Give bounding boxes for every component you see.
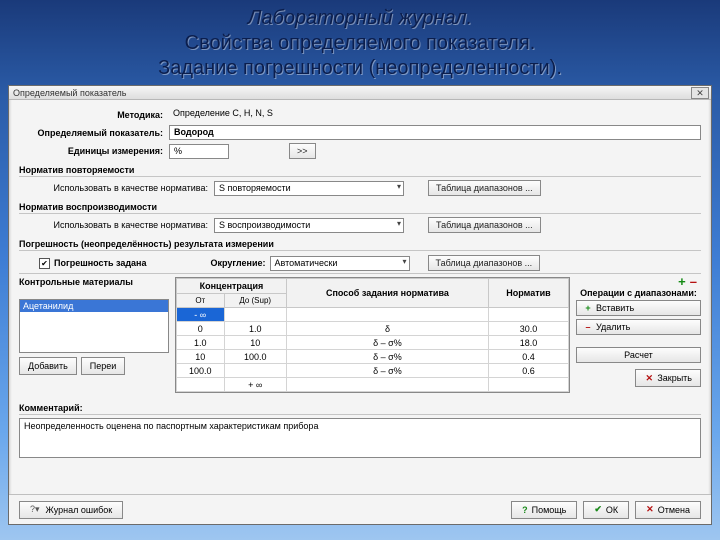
units-input[interactable]: %: [169, 144, 229, 159]
col-to: До (Sup): [224, 294, 286, 308]
repeat-norm-combo[interactable]: S повторяемости: [214, 181, 404, 196]
grid-row[interactable]: + ∞: [177, 378, 569, 392]
caret-icon: ?▾: [30, 504, 40, 515]
insert-range-button[interactable]: +Вставить: [576, 300, 701, 316]
grid-row[interactable]: 1.010δ – σ%18.0: [177, 336, 569, 350]
indicator-label: Определяемый показатель:: [19, 128, 169, 138]
close-popup-button[interactable]: ✕Закрыть: [635, 369, 701, 387]
minus-icon: –: [583, 322, 593, 332]
method-value: Определение C, H, N, S: [169, 107, 277, 122]
window-footer: ?▾Журнал ошибок ?Помощь ✔ОК ✕Отмена: [9, 494, 711, 524]
close-icon: ✕: [644, 373, 654, 384]
rounding-label: Округление:: [211, 258, 270, 268]
plus-icon: +: [583, 303, 593, 313]
error-log-button[interactable]: ?▾Журнал ошибок: [19, 501, 123, 519]
col-from: От: [177, 294, 225, 308]
error-set-label: Погрешность задана: [54, 258, 151, 268]
window-close-button[interactable]: ✕: [691, 87, 709, 99]
title-line-3: Задание погрешности (неопределенности).: [0, 56, 720, 81]
control-material-item[interactable]: Ацетанилид: [20, 300, 168, 312]
reproducibility-header: Норматив воспроизводимости: [19, 202, 701, 212]
control-materials-list[interactable]: Ацетанилид: [19, 299, 169, 353]
slide-title: Лабораторный журнал. Свойства определяем…: [0, 0, 720, 83]
error-set-checkbox[interactable]: ✔: [39, 258, 50, 269]
units-more-button[interactable]: >>: [289, 143, 316, 159]
title-line-2: Свойства определяемого показателя.: [0, 31, 720, 56]
plus-icon: +: [678, 274, 686, 289]
indicator-input[interactable]: Водород: [169, 125, 701, 140]
calc-button[interactable]: Расчет: [576, 347, 701, 363]
col-concentration: Концентрация: [177, 279, 287, 294]
window-title: Определяемый показатель: [13, 88, 126, 98]
comment-label: Комментарий:: [19, 403, 701, 413]
repeat-use-label: Использовать в качестве норматива:: [19, 183, 214, 193]
add-remove-icons[interactable]: +–: [576, 277, 701, 286]
error-header: Погрешность (неопределённость) результат…: [19, 239, 701, 249]
col-mode: Способ задания норматива: [286, 279, 488, 308]
grid-row[interactable]: 01.0δ30.0: [177, 322, 569, 336]
rounding-combo[interactable]: Автоматически: [270, 256, 410, 271]
ok-button[interactable]: ✔ОК: [583, 501, 629, 519]
repro-use-label: Использовать в качестве норматива:: [19, 220, 214, 230]
help-button[interactable]: ?Помощь: [511, 501, 577, 519]
grid-row[interactable]: 10100.0δ – σ%0.4: [177, 350, 569, 364]
repeat-range-button[interactable]: Таблица диапазонов ...: [428, 180, 541, 196]
method-label: Методика:: [19, 110, 169, 120]
comment-textarea[interactable]: Неопределенность оценена по паспортным х…: [19, 418, 701, 458]
repro-norm-combo[interactable]: S воспроизводимости: [214, 218, 404, 233]
grid-row[interactable]: 100.0δ – σ%0.6: [177, 364, 569, 378]
window-titlebar[interactable]: Определяемый показатель ✕: [9, 86, 711, 100]
ops-header: Операции с диапазонами:: [576, 288, 701, 298]
units-label: Единицы измерения:: [19, 146, 169, 156]
rename-material-button[interactable]: Переи: [81, 357, 126, 375]
help-icon: ?: [522, 505, 528, 515]
add-material-button[interactable]: Добавить: [19, 357, 77, 375]
delete-range-button[interactable]: –Удалить: [576, 319, 701, 335]
grid-row[interactable]: - ∞: [177, 308, 569, 322]
repeatability-header: Норматив повторяемости: [19, 165, 701, 175]
check-icon: ✔: [594, 504, 602, 515]
cancel-button[interactable]: ✕Отмена: [635, 501, 701, 519]
title-line-1: Лабораторный журнал.: [0, 6, 720, 31]
repro-range-button[interactable]: Таблица диапазонов ...: [428, 217, 541, 233]
col-norm: Норматив: [489, 279, 569, 308]
dialog-window: Определяемый показатель ✕ Методика: Опре…: [8, 85, 712, 525]
minus-icon: –: [690, 274, 697, 289]
ranges-grid[interactable]: Концентрация Способ задания норматива Но…: [175, 277, 570, 393]
close-icon: ✕: [646, 504, 654, 515]
control-materials-header: Контрольные материалы: [19, 277, 169, 299]
error-range-button[interactable]: Таблица диапазонов ...: [428, 255, 541, 271]
